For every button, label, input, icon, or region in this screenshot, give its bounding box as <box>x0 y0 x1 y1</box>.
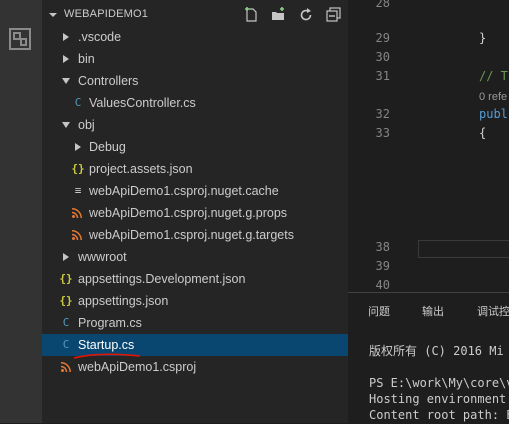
json-file-icon: {} <box>59 294 73 307</box>
tree-item-label: ValuesController.cs <box>89 96 196 110</box>
tree-item-label: webApiDemo1.csproj.nuget.g.targets <box>89 228 294 242</box>
tree-item-label: bin <box>78 52 95 66</box>
tree-file-valuescontroller[interactable]: C ValuesController.cs <box>42 92 348 114</box>
extensions-icon[interactable] <box>9 28 31 50</box>
code-editor[interactable]: 28 29 } 30 31 // T 0 refe 32 publ 33 { 3… <box>348 0 509 292</box>
line-number: 40 <box>375 278 390 292</box>
collapse-all-icon[interactable] <box>326 7 342 23</box>
refresh-icon[interactable] <box>298 7 314 23</box>
tree-item-label: webApiDemo1.csproj.nuget.g.props <box>89 206 288 220</box>
chevron-down-icon[interactable] <box>48 10 58 20</box>
line-number: 33 <box>375 126 390 140</box>
tab-debug-console[interactable]: 调试控 <box>477 303 509 319</box>
tree-item-label: Program.cs <box>78 316 142 330</box>
tree-item-label: Debug <box>89 140 126 154</box>
terminal-line: Hosting environment: <box>369 392 509 406</box>
codelens-references[interactable]: 0 refe <box>479 91 507 103</box>
tab-output[interactable]: 输出 <box>422 303 444 319</box>
tree-folder-obj[interactable]: obj <box>42 114 348 136</box>
tree-item-label: .vscode <box>78 30 122 44</box>
bottom-panel: 问题 输出 调试控 版权所有 (C) 2016 Mi PS E:\work\My… <box>348 292 509 424</box>
code-line: { <box>479 126 487 140</box>
line-number: 39 <box>375 259 390 273</box>
current-line-highlight <box>418 240 509 258</box>
explorer-panel: WEBAPIDEMO1 .vscode bin Controllers C Va… <box>42 0 348 423</box>
workspace-title: WEBAPIDEMO1 <box>64 8 149 20</box>
tree-folder-debug[interactable]: Debug <box>42 136 348 158</box>
tree-folder-controllers[interactable]: Controllers <box>42 70 348 92</box>
line-number: 28 <box>375 0 390 10</box>
tree-folder-vscode[interactable]: .vscode <box>42 26 348 48</box>
xml-file-icon <box>72 208 82 218</box>
chevron-down-icon <box>62 122 70 128</box>
line-number: 29 <box>375 31 390 45</box>
tree-file-nuget-props[interactable]: webApiDemo1.csproj.nuget.g.props <box>42 202 348 224</box>
xml-file-icon <box>61 362 71 372</box>
xml-file-icon <box>72 230 82 240</box>
line-number: 38 <box>375 240 390 254</box>
tree-item-label: Controllers <box>78 74 139 88</box>
activity-bar <box>0 0 42 423</box>
tree-file-nuget-cache[interactable]: ≡ webApiDemo1.csproj.nuget.cache <box>42 180 348 202</box>
csharp-file-icon: C <box>62 316 70 329</box>
line-number: 31 <box>375 69 390 83</box>
tree-item-label: wwwroot <box>78 250 127 264</box>
code-line: } <box>479 31 487 45</box>
tree-file-appsettings[interactable]: {} appsettings.json <box>42 290 348 312</box>
tree-item-label: obj <box>78 118 95 132</box>
csharp-file-icon: C <box>74 96 82 109</box>
explorer-header[interactable]: WEBAPIDEMO1 <box>42 4 348 26</box>
terminal-line: Content root path: E <box>369 408 509 422</box>
tree-item-label: appsettings.json <box>78 294 169 308</box>
csharp-file-icon: C <box>62 338 70 351</box>
code-keyword: publ <box>479 107 508 121</box>
json-file-icon: {} <box>71 162 85 175</box>
terminal-line: PS E:\work\My\core\v <box>369 376 509 390</box>
chevron-right-icon <box>63 33 69 41</box>
tree-file-appsettings-dev[interactable]: {} appsettings.Development.json <box>42 268 348 290</box>
code-comment: // T <box>479 69 508 83</box>
terminal-line: 版权所有 (C) 2016 Mi <box>369 344 504 358</box>
text-file-icon: ≡ <box>74 184 82 197</box>
line-number: 30 <box>375 50 390 64</box>
chevron-right-icon <box>63 253 69 261</box>
line-number: 32 <box>375 107 390 121</box>
tree-folder-wwwroot[interactable]: wwwroot <box>42 246 348 268</box>
tree-item-label: webApiDemo1.csproj <box>78 360 197 374</box>
json-file-icon: {} <box>59 272 73 285</box>
new-folder-icon[interactable] <box>270 7 286 23</box>
tree-item-label: project.assets.json <box>89 162 193 176</box>
tree-item-label: webApiDemo1.csproj.nuget.cache <box>89 184 279 198</box>
tree-file-program[interactable]: C Program.cs <box>42 312 348 334</box>
tree-item-label: appsettings.Development.json <box>78 272 246 286</box>
tab-problems[interactable]: 问题 <box>368 303 390 319</box>
tree-file-project-assets[interactable]: {} project.assets.json <box>42 158 348 180</box>
chevron-right-icon <box>75 143 81 151</box>
tree-folder-bin[interactable]: bin <box>42 48 348 70</box>
new-file-icon[interactable] <box>243 7 259 23</box>
tree-file-csproj[interactable]: webApiDemo1.csproj <box>42 356 348 378</box>
chevron-down-icon <box>62 78 70 84</box>
tree-file-nuget-targets[interactable]: webApiDemo1.csproj.nuget.g.targets <box>42 224 348 246</box>
chevron-right-icon <box>63 55 69 63</box>
